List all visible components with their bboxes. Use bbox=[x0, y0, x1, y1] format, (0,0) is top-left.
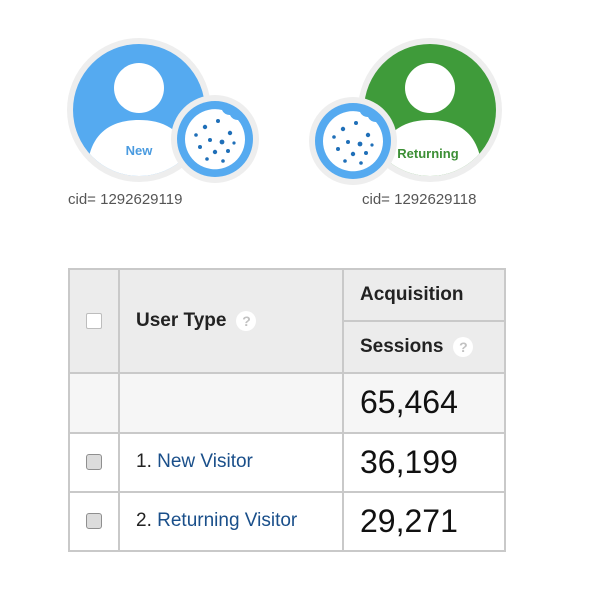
new-user-cid: cid= 1292629119 bbox=[68, 191, 183, 208]
user-type-table: User Type? Acquisition Sessions? 65,464 … bbox=[68, 267, 506, 553]
sessions-header-label: Sessions bbox=[360, 336, 444, 358]
row-label-cell: 1. New Visitor bbox=[118, 431, 344, 493]
total-sessions-value: 65,464 bbox=[342, 372, 506, 434]
totals-label-cell bbox=[118, 372, 344, 434]
returning-user-avatar: Returning bbox=[309, 38, 502, 185]
row-checkbox-cell bbox=[68, 490, 120, 553]
row-index: 2. bbox=[136, 510, 152, 532]
returning-visitor-sessions: 29,271 bbox=[342, 490, 506, 553]
user-type-header-label: User Type bbox=[136, 310, 227, 332]
cookie-icon bbox=[171, 95, 259, 183]
sessions-header[interactable]: Sessions? bbox=[342, 320, 506, 375]
new-visitor-link[interactable]: New Visitor bbox=[157, 451, 253, 472]
cookie-icon bbox=[309, 97, 397, 185]
help-icon[interactable]: ? bbox=[236, 311, 257, 332]
acquisition-header-label: Acquisition bbox=[360, 284, 464, 306]
user-type-header[interactable]: User Type? bbox=[118, 267, 344, 375]
table-row: 2. Returning Visitor 29,271 bbox=[68, 490, 506, 553]
help-icon[interactable]: ? bbox=[453, 337, 474, 358]
new-user-avatar: New bbox=[67, 38, 259, 183]
new-visitor-sessions: 36,199 bbox=[342, 431, 506, 493]
totals-empty-cell bbox=[68, 372, 120, 434]
row-index: 1. bbox=[136, 451, 152, 473]
new-user-label: New bbox=[126, 143, 154, 158]
acquisition-header: Acquisition bbox=[342, 267, 506, 323]
select-all-cell bbox=[68, 267, 120, 375]
table-row: 1. New Visitor 36,199 bbox=[68, 431, 506, 493]
row-checkbox[interactable] bbox=[86, 453, 102, 470]
select-all-checkbox[interactable] bbox=[86, 312, 102, 329]
returning-user-label: Returning bbox=[397, 146, 458, 161]
row-checkbox-cell bbox=[68, 431, 120, 493]
row-checkbox[interactable] bbox=[86, 513, 102, 530]
returning-user-cid: cid= 1292629118 bbox=[362, 191, 477, 208]
row-label-cell: 2. Returning Visitor bbox=[118, 490, 344, 553]
returning-visitor-link[interactable]: Returning Visitor bbox=[157, 510, 297, 531]
totals-row: 65,464 bbox=[68, 372, 506, 434]
